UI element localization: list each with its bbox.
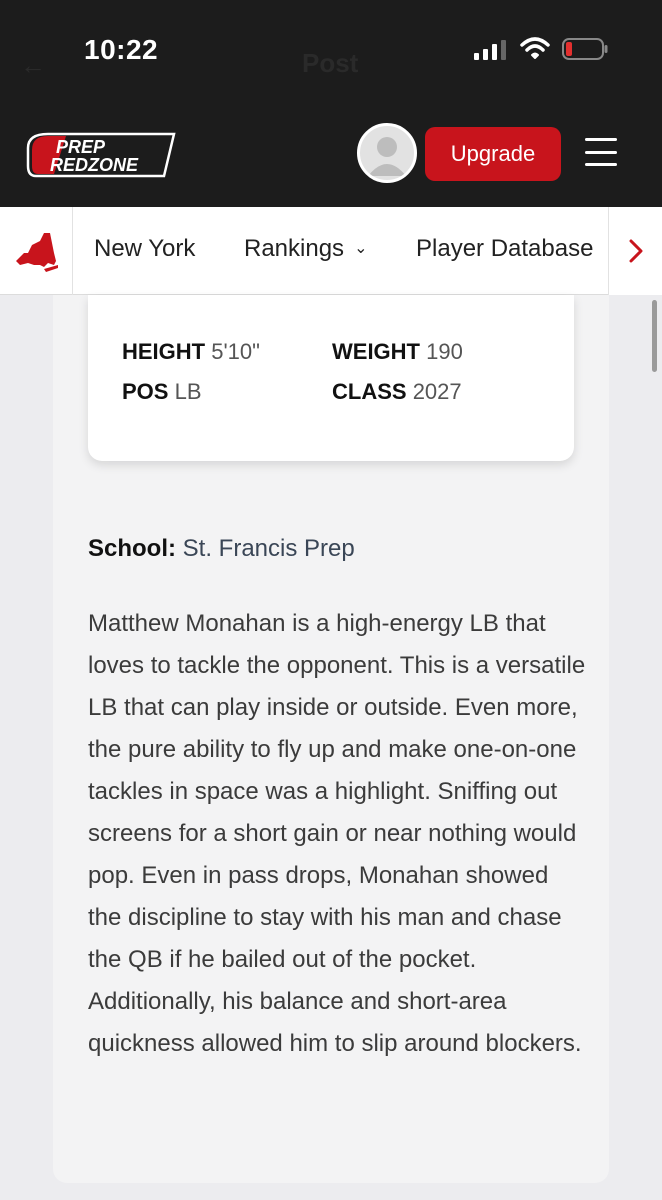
stat-class-value: 2027 [412, 379, 462, 404]
player-bio: Matthew Monahan is a high-energy LB that… [88, 610, 586, 1057]
new-york-state-icon[interactable] [14, 231, 60, 273]
stat-position-label: POS [122, 379, 169, 404]
nav-item-rankings-label: Rankings [244, 235, 345, 262]
svg-text:REDZONE: REDZONE [50, 155, 139, 175]
chevron-right-icon [629, 239, 642, 263]
stat-weight-value: 190 [426, 339, 463, 364]
stat-class-label: CLASS [332, 379, 407, 404]
school-value: St. Francis Prep [182, 535, 355, 562]
battery-icon [562, 38, 608, 60]
hamburger-menu-icon[interactable] [585, 138, 617, 166]
clock-time: 10:22 [84, 34, 159, 65]
stat-position-value: LB [174, 379, 202, 404]
nav-divider [72, 207, 73, 295]
stat-height-label: HEIGHT [122, 339, 206, 364]
stat-class: CLASS 2027 [332, 379, 462, 405]
page-scrollbar[interactable] [652, 300, 657, 372]
signal-icon [474, 40, 506, 60]
back-arrow-icon: ← [20, 50, 46, 80]
status-bar: ← Post 10:22 [0, 0, 662, 100]
state-nav-bar: New York Rankings ⌄ Player Database [0, 207, 662, 295]
nav-scroll-right-button[interactable] [608, 207, 662, 295]
stat-weight: WEIGHT 190 [332, 339, 463, 365]
nav-item-rankings[interactable]: Rankings ⌄ [244, 235, 367, 263]
prep-redzone-logo[interactable]: PREP REDZONE [26, 128, 178, 180]
user-avatar[interactable] [357, 123, 417, 183]
wifi-icon [520, 37, 550, 59]
site-header: PREP REDZONE Upgrade [0, 100, 662, 207]
school-label: School: [88, 535, 176, 562]
nav-item-player-database[interactable]: Player Database [416, 235, 593, 263]
svg-text:PREP: PREP [56, 137, 106, 157]
default-user-icon [368, 137, 406, 176]
stat-height-value: 5'10" [211, 339, 260, 364]
nav-item-new-york[interactable]: New York [94, 235, 195, 263]
school-line: School: St. Francis Prep [88, 535, 355, 563]
upgrade-button[interactable]: Upgrade [425, 127, 561, 181]
stat-weight-label: WEIGHT [332, 339, 420, 364]
player-stats-card: HEIGHT 5'10" WEIGHT 190 POS LB CLASS 202… [88, 295, 574, 461]
stat-position: POS LB [122, 379, 202, 405]
player-profile-panel: HEIGHT 5'10" WEIGHT 190 POS LB CLASS 202… [53, 295, 609, 1183]
chevron-down-icon: ⌄ [354, 240, 368, 257]
stat-height: HEIGHT 5'10" [122, 339, 260, 365]
ghost-page-title: Post [302, 48, 359, 78]
